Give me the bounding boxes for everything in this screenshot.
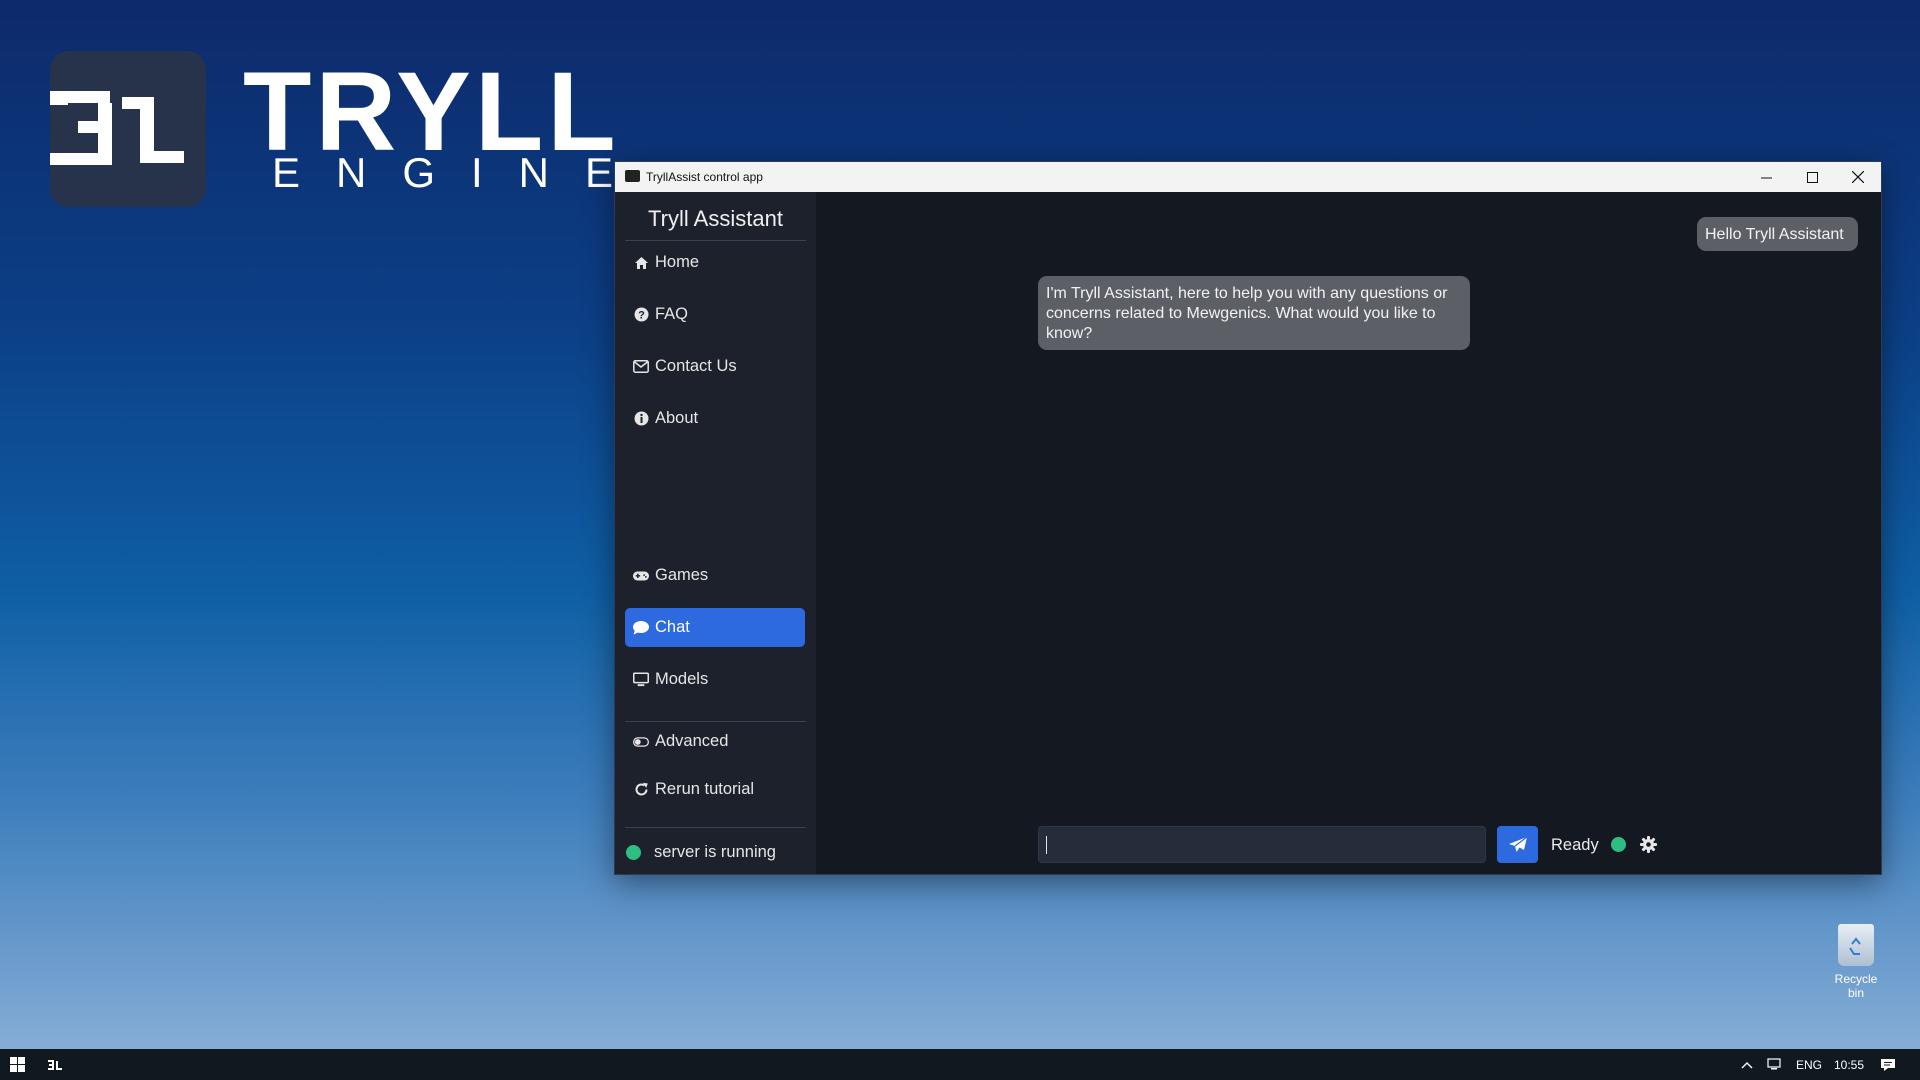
network-icon (1767, 1058, 1781, 1070)
maximize-button[interactable] (1789, 162, 1835, 192)
recycle-bin-icon (1838, 924, 1874, 966)
assistant-message: I'm Tryll Assistant, here to help you wi… (1038, 276, 1470, 350)
sidebar-item-chat[interactable]: Chat (625, 608, 805, 647)
close-icon (1852, 171, 1864, 183)
notifications-button[interactable] (1876, 1049, 1900, 1080)
clock[interactable]: 10:55 (1831, 1049, 1867, 1080)
question-circle-icon: ? (633, 307, 649, 323)
minimize-icon (1760, 177, 1772, 178)
sidebar-item-label: About (655, 409, 699, 427)
language-indicator[interactable]: ENG (1794, 1049, 1824, 1080)
sidebar-divider (625, 240, 806, 241)
recycle-bin-label: Recycle bin (1834, 972, 1878, 1000)
chat-bubble-icon (633, 620, 649, 636)
chevron-up-icon (1741, 1061, 1753, 1068)
notification-icon (1881, 1058, 1895, 1071)
sidebar-item-contact[interactable]: Contact Us (625, 347, 805, 386)
sidebar-item-games[interactable]: Games (625, 556, 805, 595)
send-icon (1508, 836, 1527, 852)
recycle-bin[interactable]: Recycle bin (1826, 924, 1886, 1000)
taskbar: ENG 10:55 (0, 1049, 1920, 1080)
server-status-text: server is running (654, 843, 776, 861)
sidebar-item-label: Chat (655, 618, 690, 636)
info-circle-icon (633, 411, 649, 427)
sidebar-title: Tryll Assistant (648, 206, 783, 231)
sidebar-item-about[interactable]: About (625, 399, 805, 438)
sidebar-item-models[interactable]: Models (625, 660, 805, 699)
sidebar-item-label: Contact Us (655, 357, 737, 375)
user-message: Hello Tryll Assistant (1697, 217, 1858, 251)
close-button[interactable] (1835, 162, 1881, 192)
sidebar-item-label: FAQ (655, 305, 689, 323)
title-bar[interactable]: TryllAssist control app (615, 162, 1881, 192)
status-text: Ready (1551, 836, 1599, 854)
sidebar: Tryll Assistant Home ? FAQ Contact Us Ab… (615, 192, 816, 874)
app-icon (625, 170, 640, 182)
sidebar-divider (625, 827, 806, 828)
text-caret (1046, 836, 1047, 854)
home-icon (633, 255, 649, 271)
taskbar-app-tryll[interactable] (40, 1049, 72, 1080)
sidebar-item-rerun-tutorial[interactable]: Rerun tutorial (625, 770, 805, 809)
server-status-dot (626, 845, 641, 860)
sidebar-item-advanced[interactable]: Advanced (625, 722, 805, 761)
sidebar-item-label: Advanced (655, 732, 729, 750)
monitor-icon (633, 672, 649, 688)
toggle-icon (633, 734, 649, 750)
sidebar-item-label: Games (655, 566, 709, 584)
gamepad-icon (633, 568, 649, 584)
sidebar-item-home[interactable]: Home (625, 243, 805, 282)
send-button[interactable] (1497, 826, 1538, 863)
status-dot (1611, 837, 1626, 852)
window-title: TryllAssist control app (646, 170, 763, 184)
start-button[interactable] (0, 1049, 34, 1080)
svg-text:?: ? (638, 310, 645, 322)
chat-panel: Hello Tryll Assistant I'm Tryll Assistan… (816, 192, 1881, 874)
tray-overflow-button[interactable] (1737, 1049, 1757, 1080)
tryll-logo-icon (50, 51, 206, 207)
envelope-icon (633, 359, 649, 375)
gear-icon[interactable] (1640, 836, 1657, 853)
server-status: server is running (626, 843, 776, 862)
message-input[interactable] (1038, 826, 1486, 863)
redo-icon (633, 782, 649, 798)
app-window: TryllAssist control app Tryll Assistant … (615, 162, 1881, 874)
windows-start-icon (9, 1057, 25, 1072)
tryll-app-icon (48, 1059, 62, 1070)
logo-subtitle: ENGINE (272, 149, 650, 196)
maximize-icon (1806, 171, 1818, 183)
sidebar-item-label: Models (655, 670, 709, 688)
network-button[interactable] (1764, 1049, 1786, 1080)
minimize-button[interactable] (1743, 162, 1789, 192)
sidebar-item-label: Rerun tutorial (655, 780, 755, 798)
sidebar-item-faq[interactable]: ? FAQ (625, 295, 805, 334)
sidebar-item-label: Home (655, 253, 700, 271)
